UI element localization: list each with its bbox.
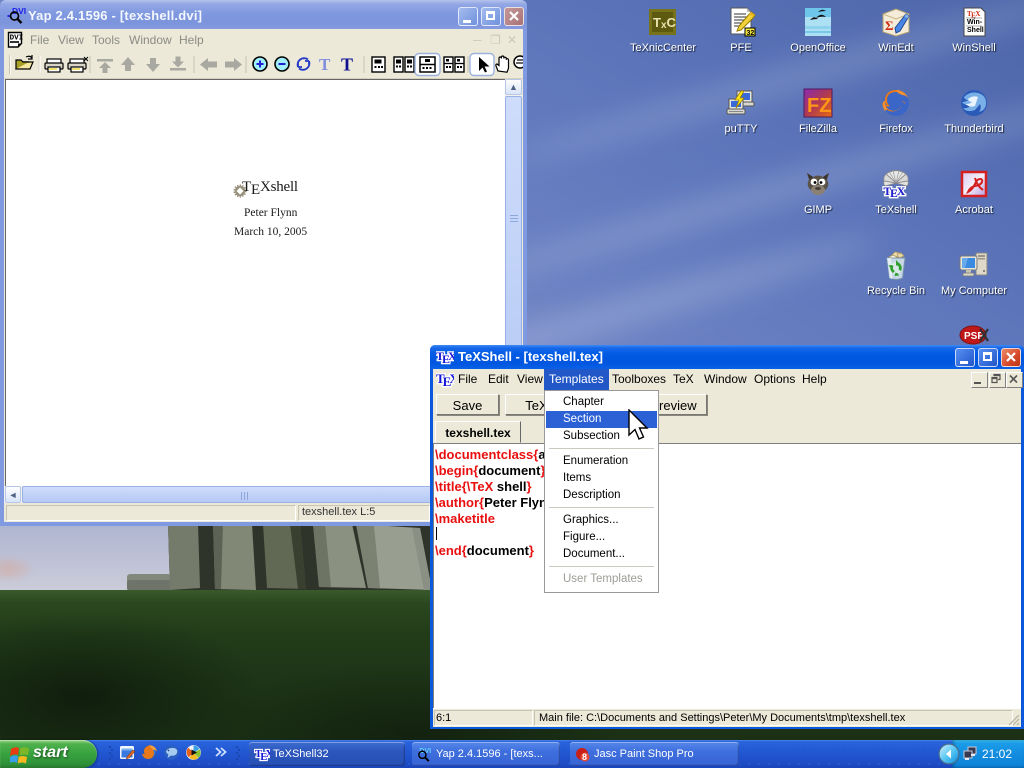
svg-text:Shell: Shell [967,27,984,34]
svg-text:TEX: TEX [436,349,454,366]
svg-text:TEX: TEX [884,186,906,200]
svg-text:Σ: Σ [885,18,894,33]
svg-text:T: T [341,55,353,75]
svg-text:TEX: TEX [436,371,454,388]
svg-text:8: 8 [582,752,587,762]
svg-text:T: T [319,55,331,74]
svg-text:FZ: FZ [807,95,831,117]
svg-text:32: 32 [747,30,755,37]
svg-text:Win-: Win- [967,19,983,26]
svg-text:TEX: TEX [255,749,270,762]
